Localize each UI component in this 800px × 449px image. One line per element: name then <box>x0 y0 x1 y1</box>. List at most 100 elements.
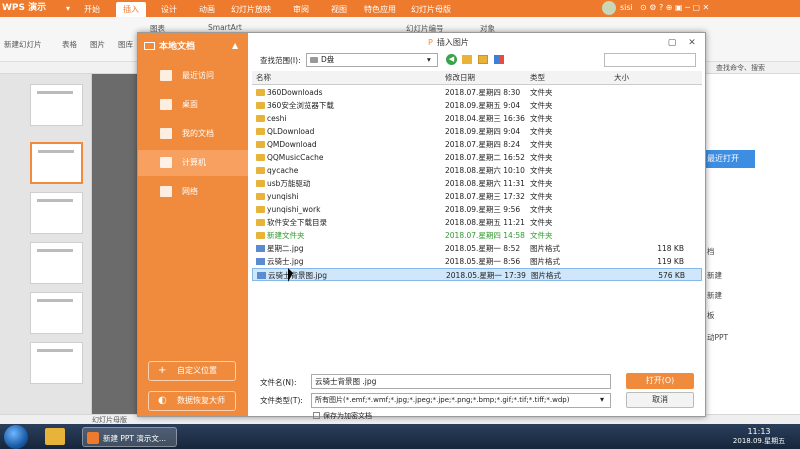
file-row[interactable]: 云骑士.jpg 2018.05.星期一 8:56 图片格式 119 KB <box>252 255 702 268</box>
tab-8[interactable]: 幻灯片母版 <box>406 2 456 17</box>
dialog-left-panel: 本地文档 ▲ 最近访问桌面我的文档计算机网络 + 自定义位置 ◐ 数据恢复大师 <box>138 33 248 416</box>
username[interactable]: sisi <box>620 3 633 12</box>
right-pane-item[interactable]: 新建 <box>707 290 722 301</box>
chevron-down-icon[interactable]: ▾ <box>62 2 74 15</box>
panel-title: 本地文档 <box>159 42 196 52</box>
file-date: 2018.08.星期六 10:10 <box>445 166 525 175</box>
file-row[interactable]: yunqishi 2018.07.星期三 17:32 文件夹 <box>252 190 702 203</box>
ribbon-item-0[interactable]: 新建幻灯片 <box>4 39 42 50</box>
file-row[interactable]: 360安全浏览器下载 2018.09.星期五 9:04 文件夹 <box>252 99 702 112</box>
desktop-icon <box>160 99 172 110</box>
right-pane-item[interactable]: 新建 <box>707 270 722 281</box>
slide-thumbnail[interactable] <box>30 142 83 184</box>
file-name: 云骑士背景图.jpg <box>257 269 447 282</box>
folder-icon <box>256 154 265 161</box>
search-command[interactable]: 查找命令、搜索 <box>716 63 765 73</box>
file-name-text: ceshi <box>267 114 287 123</box>
slide-title-line <box>37 249 73 252</box>
file-row[interactable]: 软件安全下载目录 2018.08.星期五 11:21 文件夹 <box>252 216 702 229</box>
recent-open-button[interactable]: 最近打开 <box>705 150 755 168</box>
file-row[interactable]: 360Downloads 2018.07.星期四 8:30 文件夹 <box>252 86 702 99</box>
tab-3[interactable]: 动画 <box>194 2 220 17</box>
file-row[interactable]: QLDownload 2018.09.星期四 9:04 文件夹 <box>252 125 702 138</box>
look-in-select[interactable]: D盘 ▾ <box>306 53 438 67</box>
minimize-button[interactable]: ▢ <box>666 37 678 49</box>
clock[interactable]: 11:13 2018.09.星期五 <box>724 427 794 446</box>
file-type: 文件夹 <box>530 127 553 136</box>
nav-item-1[interactable]: 桌面 <box>138 92 248 118</box>
nav-item-3[interactable]: 计算机 <box>138 150 248 176</box>
file-row[interactable]: QQMusicCache 2018.07.星期二 16:52 文件夹 <box>252 151 702 164</box>
nav-item-0[interactable]: 最近访问 <box>138 63 248 89</box>
ribbon-item-1[interactable]: 表格 <box>62 39 77 50</box>
slide-thumbnail[interactable] <box>30 242 83 284</box>
nav-item-label: 最近访问 <box>182 71 214 80</box>
ribbon-item-5[interactable]: SmartArt <box>208 23 242 32</box>
slide-thumbnail[interactable] <box>30 192 83 234</box>
file-type: 文件夹 <box>530 114 553 123</box>
window-controls: ⊙ ⚙ ? ⊕ ▣ ─ ▢ ✕ <box>640 3 710 12</box>
file-row[interactable]: 星期二.jpg 2018.05.星期一 8:52 图片格式 118 KB <box>252 242 702 255</box>
view-menu-icon[interactable] <box>494 55 504 64</box>
tab-1[interactable]: 插入 <box>116 2 146 17</box>
file-name: 新建文件夹 <box>256 229 446 242</box>
file-row[interactable]: 云骑士背景图.jpg 2018.05.星期一 17:39 图片格式 576 KB <box>252 268 702 281</box>
up-folder-icon[interactable] <box>462 55 472 64</box>
folder-icon <box>256 180 265 187</box>
file-size: 119 KB <box>657 257 684 266</box>
close-button[interactable]: ✕ <box>686 37 698 49</box>
wps-logo[interactable]: WPS 演示 <box>2 2 56 15</box>
wps-icon <box>87 432 99 444</box>
nav-item-2[interactable]: 我的文档 <box>138 121 248 147</box>
file-row[interactable]: usb万能驱动 2018.08.星期六 11:31 文件夹 <box>252 177 702 190</box>
tab-5[interactable]: 审阅 <box>284 2 318 17</box>
col-name[interactable]: 名称 <box>256 71 446 84</box>
chevron-down-icon[interactable]: ▾ <box>600 395 604 404</box>
tab-7[interactable]: 特色应用 <box>360 2 400 17</box>
network-icon <box>160 186 172 197</box>
encrypt-checkbox[interactable]: 保存为加密文档 <box>313 411 372 421</box>
file-row[interactable]: qycache 2018.08.星期六 10:10 文件夹 <box>252 164 702 177</box>
start-button[interactable] <box>4 425 28 449</box>
tab-4[interactable]: 幻灯片放映 <box>226 2 276 17</box>
folder-icon <box>256 232 265 239</box>
slide-thumbnail[interactable] <box>30 342 83 384</box>
file-row[interactable]: yunqishi_work 2018.09.星期三 9:56 文件夹 <box>252 203 702 216</box>
filename-input[interactable]: 云骑士背景图 .jpg <box>311 374 611 389</box>
checkbox-icon[interactable] <box>313 412 320 419</box>
cancel-button[interactable]: 取消 <box>626 392 694 408</box>
avatar[interactable] <box>602 1 616 15</box>
slide-thumbnail[interactable] <box>30 292 83 334</box>
custom-location-button[interactable]: + 自定义位置 <box>148 361 236 381</box>
col-size[interactable]: 大小 <box>614 71 629 84</box>
right-pane-item[interactable]: 动PPT <box>707 332 728 343</box>
data-recovery-button[interactable]: ◐ 数据恢复大师 <box>148 391 236 411</box>
col-date[interactable]: 修改日期 <box>445 71 535 84</box>
col-type[interactable]: 类型 <box>530 71 610 84</box>
new-folder-icon[interactable] <box>478 55 488 64</box>
filetype-select[interactable]: 所有图片(*.emf;*.wmf;*.jpg;*.jpeg;*.jpe;*.pn… <box>311 393 611 408</box>
open-button[interactable]: 打开(O) <box>626 373 694 389</box>
file-name: QMDownload <box>256 138 446 151</box>
file-row[interactable]: QMDownload 2018.07.星期四 8:24 文件夹 <box>252 138 702 151</box>
chevron-up-icon[interactable]: ▲ <box>232 41 238 50</box>
right-pane-item[interactable]: 板 <box>707 310 715 321</box>
file-name-text: 星期二.jpg <box>267 244 304 253</box>
slide-thumbnail[interactable] <box>30 84 83 126</box>
tab-6[interactable]: 视图 <box>324 2 354 17</box>
nav-item-4[interactable]: 网络 <box>138 179 248 205</box>
file-date: 2018.09.星期三 9:56 <box>445 205 521 214</box>
file-row[interactable]: 新建文件夹 2018.07.星期四 14:58 文件夹 <box>252 229 702 242</box>
file-row[interactable]: ceshi 2018.04.星期三 16:36 文件夹 <box>252 112 702 125</box>
back-icon[interactable]: ◀ <box>446 54 457 65</box>
tab-2[interactable]: 设计 <box>154 2 184 17</box>
slide-title-line <box>37 91 73 94</box>
ribbon-item-2[interactable]: 图片 <box>90 39 105 50</box>
tab-0[interactable]: 开始 <box>78 2 106 17</box>
search-input[interactable] <box>604 53 696 67</box>
taskbar-wps[interactable]: 新建 PPT 演示文... <box>82 427 177 447</box>
ribbon-item-3[interactable]: 图库 <box>118 39 133 50</box>
look-in-label: 查找范围(I): <box>260 56 301 65</box>
explorer-icon[interactable] <box>45 428 65 445</box>
right-pane-item[interactable]: 档 <box>707 246 715 257</box>
